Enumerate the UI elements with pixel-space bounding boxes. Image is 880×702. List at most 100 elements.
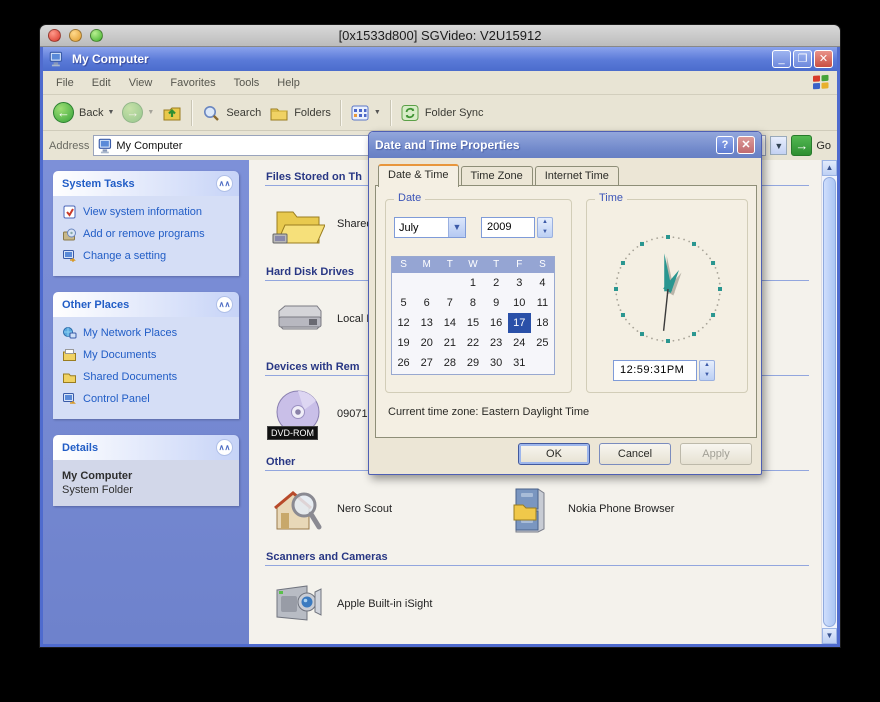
mac-close-button[interactable] xyxy=(48,29,61,42)
calendar-day[interactable]: 9 xyxy=(485,293,508,313)
mac-zoom-button[interactable] xyxy=(90,29,103,42)
restore-button[interactable]: ❐ xyxy=(793,50,812,68)
calendar-day[interactable]: 25 xyxy=(531,333,554,353)
calendar-day[interactable]: 10 xyxy=(508,293,531,313)
year-input[interactable]: 2009 xyxy=(481,217,535,238)
xp-titlebar[interactable]: My Computer _ ❐ ✕ xyxy=(43,47,837,71)
forward-button[interactable]: → ▼ xyxy=(118,102,158,123)
calendar-day[interactable]: 7 xyxy=(438,293,461,313)
minimize-button[interactable]: _ xyxy=(772,50,791,68)
back-button[interactable]: ← Back ▼ xyxy=(49,102,118,123)
calendar-day[interactable]: 15 xyxy=(461,313,484,333)
scrollbar-thumb[interactable] xyxy=(823,177,836,627)
go-button[interactable]: → xyxy=(791,135,812,156)
calendar-day[interactable]: 16 xyxy=(485,313,508,333)
sidebar-item-my-documents[interactable]: My Documents xyxy=(62,348,232,362)
tab-date-time[interactable]: Date & Time xyxy=(378,164,459,187)
calendar-day[interactable]: 1 xyxy=(461,273,484,293)
menu-tools[interactable]: Tools xyxy=(225,73,269,93)
add-remove-programs-icon xyxy=(62,227,77,241)
dialog-titlebar[interactable]: Date and Time Properties ? ✕ xyxy=(369,132,761,158)
up-folder-icon xyxy=(162,104,182,122)
time-group-label: Time xyxy=(595,192,627,204)
sidebar-item-control-panel[interactable]: Control Panel xyxy=(62,392,232,406)
calendar-day[interactable]: 13 xyxy=(415,313,438,333)
calendar-day[interactable]: 3 xyxy=(508,273,531,293)
calendar-day[interactable]: 18 xyxy=(531,313,554,333)
dialog-close-button[interactable]: ✕ xyxy=(737,136,755,154)
calendar-weekday-header: F xyxy=(508,257,531,273)
calendar-day[interactable]: 11 xyxy=(531,293,554,313)
calendar-day[interactable]: 8 xyxy=(461,293,484,313)
cancel-button[interactable]: Cancel xyxy=(599,443,671,465)
my-computer-icon xyxy=(47,50,67,68)
xp-window-title: My Computer xyxy=(72,52,770,66)
month-select[interactable]: July ▼ xyxy=(394,217,466,238)
collapse-chevron-icon[interactable]: ∧∧ xyxy=(216,439,233,456)
mac-titlebar[interactable]: [0x1533d800] SGVideo: V2U15912 xyxy=(40,25,840,47)
calendar-day[interactable]: 26 xyxy=(392,353,415,373)
views-button[interactable]: ▼ xyxy=(346,104,385,122)
scroll-up-icon[interactable]: ▲ xyxy=(822,160,837,176)
time-input[interactable]: 12:59:31PM xyxy=(613,360,697,381)
calendar-day[interactable]: 23 xyxy=(485,333,508,353)
ok-button[interactable]: OK xyxy=(518,443,590,465)
sidebar-item-view-system-information[interactable]: View system information xyxy=(62,205,232,219)
calendar-day[interactable]: 5 xyxy=(392,293,415,313)
sidebar-item-change-a-setting[interactable]: Change a setting xyxy=(62,249,232,263)
timezone-label: Current time zone: xyxy=(388,406,478,418)
calendar-day[interactable]: 20 xyxy=(415,333,438,353)
calendar-day[interactable]: 4 xyxy=(531,273,554,293)
up-button[interactable] xyxy=(158,104,186,122)
folder-sync-button[interactable]: Folder Sync xyxy=(396,104,488,122)
forward-dropdown[interactable]: ▼ xyxy=(147,109,154,116)
sidebar-item-add-remove-programs[interactable]: Add or remove programs xyxy=(62,227,232,241)
hard-disk-icon xyxy=(271,293,325,345)
dialog-help-button[interactable]: ? xyxy=(716,136,734,154)
menu-favorites[interactable]: Favorites xyxy=(161,73,224,93)
list-item-isight[interactable]: Apple Built-in iSight xyxy=(271,577,496,631)
collapse-chevron-icon[interactable]: ∧∧ xyxy=(216,175,233,192)
calendar-day[interactable]: 24 xyxy=(508,333,531,353)
calendar-day[interactable]: 6 xyxy=(415,293,438,313)
vertical-scrollbar[interactable]: ▲ ▼ xyxy=(821,160,837,644)
camcorder-icon xyxy=(271,578,325,630)
calendar-day[interactable]: 2 xyxy=(485,273,508,293)
calendar-day[interactable]: 14 xyxy=(438,313,461,333)
collapse-chevron-icon[interactable]: ∧∧ xyxy=(216,296,233,313)
date-group-label: Date xyxy=(394,192,425,204)
search-button[interactable]: Search xyxy=(197,104,265,122)
sidebar-item-my-network-places[interactable]: My Network Places xyxy=(62,326,232,340)
scroll-down-icon[interactable]: ▼ xyxy=(822,628,837,644)
back-dropdown[interactable]: ▼ xyxy=(107,109,114,116)
time-spinner[interactable]: ▲▼ xyxy=(699,360,715,381)
calendar-day[interactable]: 30 xyxy=(485,353,508,373)
mac-minimize-button[interactable] xyxy=(69,29,82,42)
folders-button[interactable]: Folders xyxy=(265,104,335,122)
calendar-day[interactable]: 17 xyxy=(508,313,531,333)
calendar-empty-cell xyxy=(392,273,415,293)
calendar-day[interactable]: 29 xyxy=(461,353,484,373)
other-places-title: Other Places xyxy=(62,299,129,311)
menu-file[interactable]: File xyxy=(47,73,83,93)
views-dropdown[interactable]: ▼ xyxy=(374,109,381,116)
close-button[interactable]: ✕ xyxy=(814,50,833,68)
calendar-day[interactable]: 27 xyxy=(415,353,438,373)
list-item-nero-scout[interactable]: Nero Scout xyxy=(271,482,496,536)
system-info-icon xyxy=(62,205,77,219)
calendar-day[interactable]: 28 xyxy=(438,353,461,373)
year-spinner[interactable]: ▲▼ xyxy=(537,217,553,238)
month-dropdown-icon[interactable]: ▼ xyxy=(448,218,465,237)
sidebar-item-shared-documents[interactable]: Shared Documents xyxy=(62,370,232,384)
calendar-day[interactable]: 12 xyxy=(392,313,415,333)
menu-help[interactable]: Help xyxy=(268,73,309,93)
calendar-day[interactable]: 22 xyxy=(461,333,484,353)
calendar-day[interactable]: 19 xyxy=(392,333,415,353)
calendar-day[interactable]: 31 xyxy=(508,353,531,373)
list-item-nokia-phone-browser[interactable]: Nokia Phone Browser xyxy=(502,482,727,536)
menu-view[interactable]: View xyxy=(120,73,162,93)
menu-edit[interactable]: Edit xyxy=(83,73,120,93)
address-dropdown[interactable]: ▼ xyxy=(770,136,787,155)
details-item-name: My Computer xyxy=(62,470,230,482)
calendar-day[interactable]: 21 xyxy=(438,333,461,353)
